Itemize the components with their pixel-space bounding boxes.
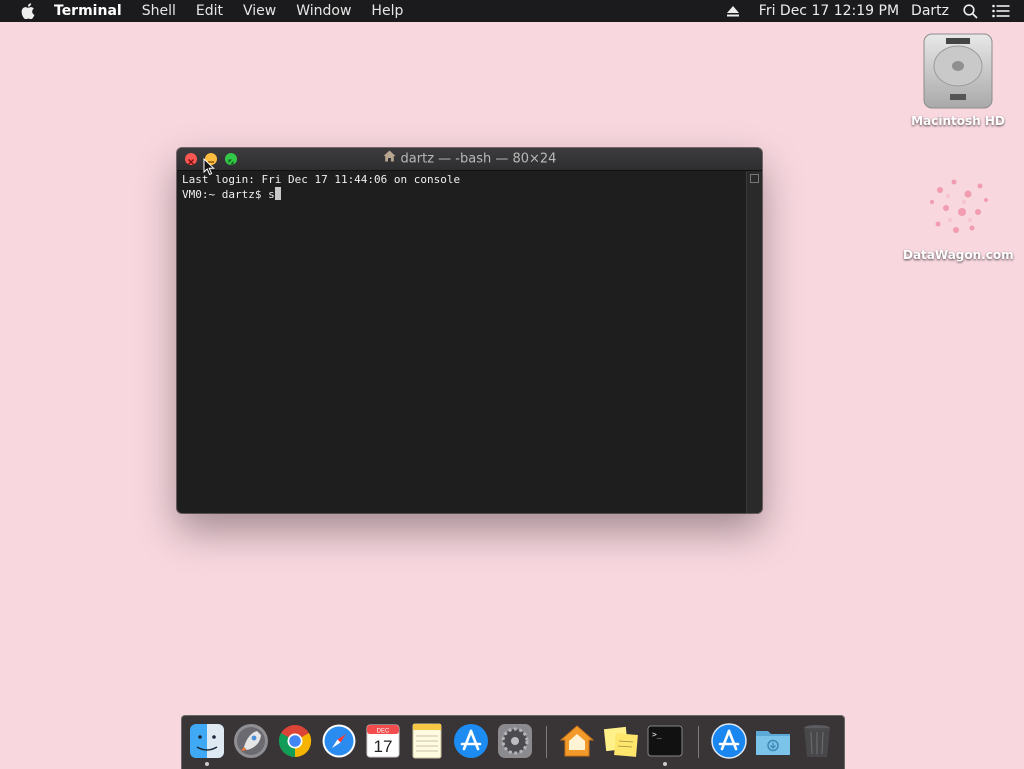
dock-finder[interactable]: [188, 722, 226, 766]
dock-separator: [546, 726, 547, 758]
apple-icon[interactable]: [18, 1, 38, 21]
dock-trash[interactable]: [798, 722, 836, 760]
running-indicator: [663, 762, 667, 766]
menu-shell[interactable]: Shell: [132, 0, 186, 22]
stickies-icon: [603, 726, 638, 757]
terminal-output[interactable]: Last login: Fri Dec 17 11:44:06 on conso…: [177, 171, 747, 513]
dock-separator: [698, 726, 699, 758]
home-icon: [559, 725, 595, 757]
window-title-bar[interactable]: dartz — -bash — 80×24: [177, 148, 762, 171]
eject-icon[interactable]: [726, 5, 739, 17]
dock-chrome[interactable]: [276, 722, 314, 760]
notes-icon: [412, 723, 442, 759]
dock-folder[interactable]: [754, 722, 792, 760]
rocket-icon: [234, 724, 268, 758]
scrollbar[interactable]: [746, 171, 762, 513]
calendar-month: DEC: [377, 729, 390, 735]
dock-home[interactable]: [558, 722, 596, 760]
dock-safari[interactable]: [320, 722, 358, 760]
spotlight-search-icon[interactable]: [963, 3, 978, 19]
chrome-icon: [278, 725, 312, 758]
menu-view[interactable]: View: [233, 0, 286, 22]
calendar-day: 17: [374, 737, 393, 756]
dock-system-preferences[interactable]: [496, 722, 534, 760]
trash-icon: [804, 725, 830, 757]
dock-downloads-stack[interactable]: [710, 722, 748, 760]
dock-notes[interactable]: [408, 722, 446, 760]
app-store-icon: [454, 724, 488, 758]
dock-stickies[interactable]: [602, 722, 640, 760]
hard-drive-icon: [920, 32, 996, 110]
dock-launchpad[interactable]: [232, 722, 270, 760]
menu-app-terminal[interactable]: Terminal: [50, 0, 132, 22]
menu-bar: Terminal Shell Edit View Window Help Fri…: [0, 0, 1024, 22]
terminal-icon: >_: [647, 725, 683, 757]
terminal-prompt-line: VM0:~ dartz$ s: [182, 188, 275, 201]
dock-app-store[interactable]: [452, 722, 490, 760]
compass-icon: [322, 724, 356, 758]
notification-center-icon[interactable]: [992, 4, 1010, 18]
desktop-icon-label: Macintosh HD: [911, 114, 1005, 128]
pink-flowers-image-icon: [920, 172, 996, 244]
dock-calendar[interactable]: DEC 17: [364, 722, 402, 760]
running-indicator: [205, 762, 209, 766]
menubar-clock[interactable]: Fri Dec 17 12:19 PM: [759, 3, 899, 19]
menubar-user[interactable]: Dartz: [911, 3, 949, 19]
terminal-window[interactable]: dartz — -bash — 80×24 Last login: Fri De…: [177, 148, 762, 513]
svg-text:>_: >_: [652, 730, 662, 739]
dock: DEC 17 >_: [181, 715, 845, 769]
menu-help[interactable]: Help: [361, 0, 413, 22]
home-icon: [383, 148, 396, 170]
calendar-icon: DEC 17: [366, 724, 400, 758]
folder-icon: [756, 731, 790, 755]
mouse-pointer-icon: [203, 157, 215, 180]
text-cursor: [274, 187, 281, 200]
window-title: dartz — -bash — 80×24: [400, 151, 557, 167]
desktop-icon-datawagon[interactable]: DataWagon.com: [903, 172, 1014, 262]
menu-window[interactable]: Window: [286, 0, 361, 22]
gear-icon: [498, 724, 532, 758]
menu-edit[interactable]: Edit: [186, 0, 233, 22]
finder-icon: [190, 724, 224, 758]
app-store-icon: [711, 723, 747, 759]
split-pane-icon[interactable]: [750, 174, 759, 183]
dock-terminal[interactable]: >_: [646, 722, 684, 766]
desktop-icon-label: DataWagon.com: [903, 248, 1014, 262]
desktop-icon-macintosh-hd[interactable]: Macintosh HD: [903, 32, 1013, 128]
terminal-line: Last login: Fri Dec 17 11:44:06 on conso…: [182, 173, 461, 186]
